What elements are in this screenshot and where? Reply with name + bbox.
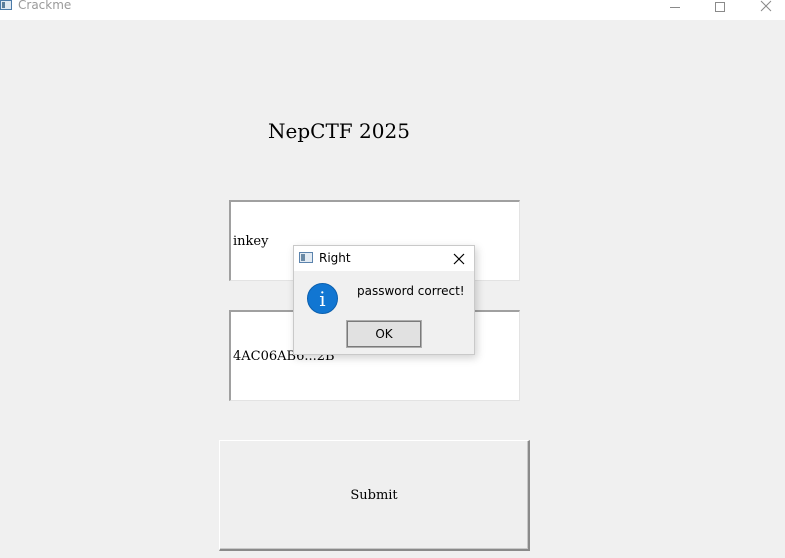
info-icon: i <box>307 283 338 314</box>
page-title: NepCTF 2025 <box>268 119 410 143</box>
message-dialog: Right i password correct! OK <box>293 245 475 355</box>
maximize-icon <box>715 2 725 12</box>
dialog-message: password correct! <box>357 284 465 298</box>
window-title: Crackme <box>18 0 72 12</box>
submit-label: Submit <box>350 487 398 503</box>
close-button[interactable] <box>743 0 785 18</box>
app-window-icon <box>0 0 12 10</box>
dialog-window-icon <box>299 252 313 263</box>
dialog-title: Right <box>319 251 351 265</box>
close-icon <box>453 253 465 265</box>
ok-label: OK <box>375 327 393 341</box>
dialog-close-button[interactable] <box>448 249 470 269</box>
maximize-button[interactable] <box>697 0 743 18</box>
crackme-window: Crackme NepCTF 2025 inkey 4AC06AB6...2B … <box>0 0 785 558</box>
minimize-icon <box>670 6 680 8</box>
minimize-button[interactable] <box>652 0 698 18</box>
dialog-title-bar[interactable]: Right <box>294 246 474 271</box>
username-value: inkey <box>233 233 269 249</box>
ok-button[interactable]: OK <box>346 320 422 348</box>
title-bar[interactable]: Crackme <box>0 0 785 20</box>
submit-button[interactable]: Submit <box>219 440 530 551</box>
close-icon <box>760 0 772 12</box>
